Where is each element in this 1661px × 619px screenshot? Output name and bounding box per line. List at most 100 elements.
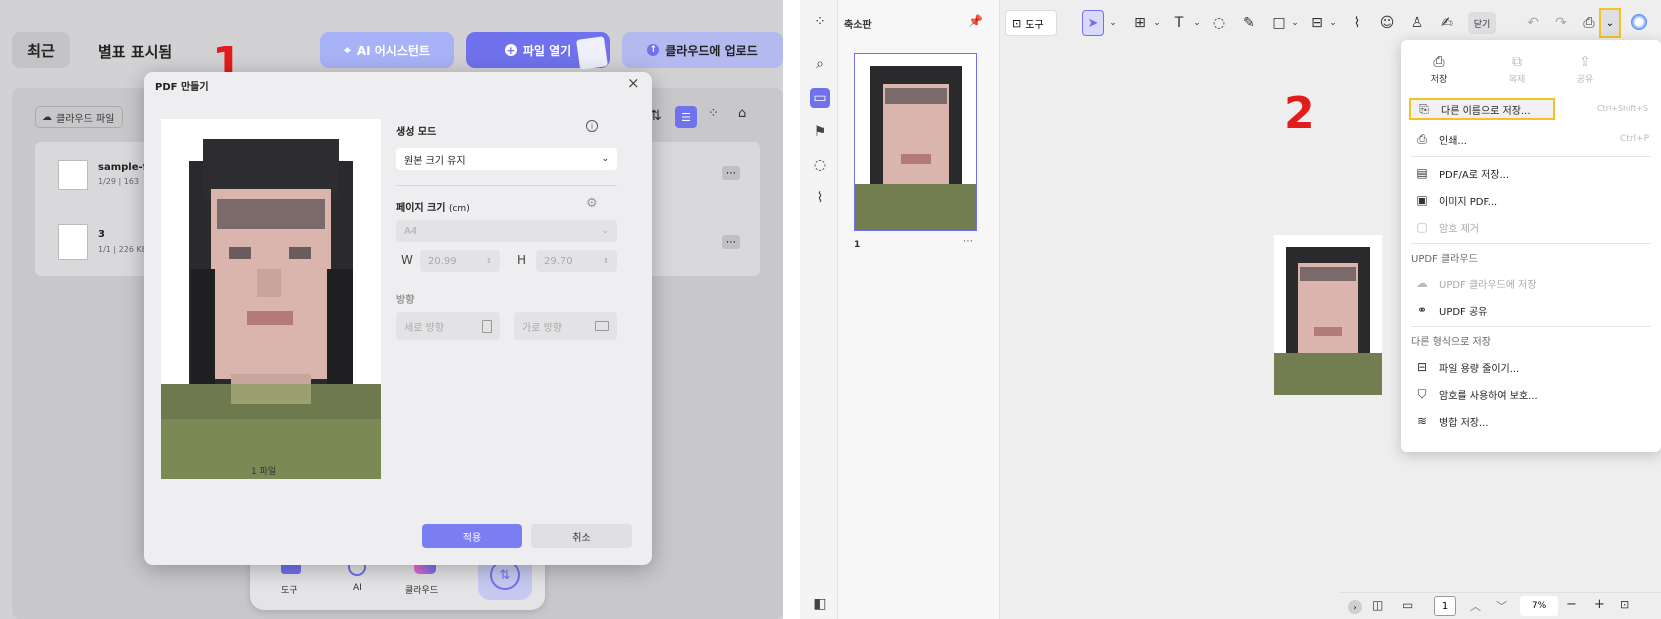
menu-save-as[interactable]: ⎘ 다른 이름으로 저장... [1409, 98, 1555, 120]
menu-divider [1411, 156, 1651, 157]
tool-button[interactable]: ⊡ 도구 [1005, 10, 1057, 36]
search-icon[interactable]: ⌕ [810, 54, 830, 74]
chevron-down-icon[interactable]: ⌄ [1286, 14, 1304, 32]
settings-icon[interactable]: ⚙ [586, 196, 598, 211]
page-thumbnail[interactable] [854, 53, 977, 231]
divider [396, 185, 617, 186]
stamp-icon[interactable]: ♙ [1408, 14, 1426, 32]
highlight-icon[interactable]: ✎ [1240, 14, 1258, 32]
file-row[interactable] [58, 160, 88, 190]
comment-tool-icon[interactable]: ◌ [1210, 14, 1228, 32]
cloud-icon: ☁ [42, 111, 52, 123]
thumbnail-page-number: 1 [854, 240, 861, 250]
thumbnail-more-icon[interactable]: ⋯ [963, 236, 973, 247]
landscape-icon [595, 321, 609, 331]
portrait-option[interactable]: 세로 방향 [396, 312, 500, 340]
sticker-icon[interactable]: ☺ [1378, 14, 1396, 32]
collapse-icon[interactable]: › [1348, 600, 1362, 614]
plus-icon: + [504, 43, 517, 57]
pdfa-icon: ▤ [1416, 166, 1428, 180]
mode-select[interactable]: 원본 크기 유지 ⌄ [396, 148, 617, 170]
save-dropdown-menu: ⎙ 저장 ⧉ 복제 ⇪ 공유 ⎘ 다른 이름으로 저장... Ctrl+Shif… [1401, 40, 1661, 452]
ai-assistant-icon[interactable] [1631, 14, 1647, 30]
textbox-icon[interactable]: ⊞ [1131, 14, 1149, 32]
menu-reduce-size[interactable]: ⊟ 파일 용량 줄이기... [1409, 356, 1653, 378]
width-input[interactable]: 20.99 ⇕ [420, 250, 500, 272]
file-row[interactable] [58, 224, 88, 260]
menu-share-link[interactable]: ⚭ UPDF 공유 [1409, 299, 1653, 321]
chevron-down-icon[interactable]: ⌄ [1188, 14, 1206, 32]
menu-flatten-save[interactable]: ≋ 병합 저장... [1409, 410, 1653, 432]
apply-button[interactable]: 적용 [422, 524, 522, 548]
cancel-button[interactable]: 취소 [531, 524, 632, 548]
select-tool-button[interactable]: ➤ [1082, 10, 1104, 36]
chevron-down-icon[interactable]: ⌄ [1324, 14, 1342, 32]
fit-page-icon[interactable]: ⊡ [1620, 598, 1629, 611]
pin-icon[interactable]: 📌 [968, 14, 983, 28]
thumbnail-title: 축소판 [844, 20, 872, 31]
file-name: 3 [98, 229, 105, 240]
tool-icon: ⊡ [1012, 16, 1022, 30]
zoom-in-icon[interactable]: + [1594, 597, 1605, 612]
save-menu-dropdown-button[interactable]: ⌄ [1599, 8, 1621, 38]
presentation-icon[interactable]: ▭ [1402, 598, 1413, 612]
more-options-icon[interactable]: ⋯ [722, 235, 740, 249]
upload-cloud-button[interactable]: ↑ 클라우드에 업로드 [622, 32, 783, 68]
ai-assistant-button[interactable]: ⌖ AI 어시스턴트 [320, 32, 454, 68]
cloud-upload-icon: ☁ [1416, 276, 1428, 290]
menu-print[interactable]: ⎙ 인쇄... Ctrl+P [1409, 128, 1653, 150]
list-view-icon[interactable]: ☰ [675, 106, 697, 128]
apps-icon[interactable]: ⁘ [810, 12, 830, 32]
menu-divider [1411, 326, 1651, 327]
tab-recent[interactable]: 최근 [12, 32, 70, 68]
menu-duplicate-item[interactable]: ⧉ 복제 [1497, 54, 1537, 85]
paper-size-select[interactable]: A4 ⌄ [396, 220, 617, 242]
prev-page-icon[interactable]: ︿ [1470, 598, 1481, 614]
menu-save-item[interactable]: ⎙ 저장 [1419, 54, 1459, 85]
grid-view-icon[interactable]: ⁘ [708, 106, 719, 121]
tab-starred[interactable]: 별표 표시됨 [98, 41, 172, 62]
basket-icon[interactable]: ⌂ [738, 106, 746, 121]
attachment-icon[interactable]: ⌇ [810, 188, 830, 208]
menu-protect-password[interactable]: ⛉ 암호를 사용하여 보호... [1409, 383, 1653, 405]
link-icon: ⚭ [1416, 303, 1428, 317]
shield-icon: ⛉ [1417, 386, 1427, 401]
menu-image-pdf[interactable]: ▣ 이미지 PDF... [1409, 189, 1653, 211]
preview-area [161, 119, 381, 479]
page-photo [1274, 247, 1382, 395]
info-icon[interactable]: i [586, 120, 598, 132]
files-illustration-icon [576, 36, 608, 70]
zoom-input[interactable]: 7% [1520, 596, 1558, 616]
reading-mode-icon[interactable]: ◫ [1372, 598, 1383, 612]
next-page-icon[interactable]: ﹀ [1496, 598, 1507, 614]
thumbnails-icon[interactable]: ▭ [810, 88, 830, 108]
cloud-section-header: UPDF 클라우드 [1411, 254, 1478, 265]
menu-share-item[interactable]: ⇪ 공유 [1565, 54, 1605, 85]
bookmark-icon[interactable]: ⚑ [810, 122, 830, 142]
chevron-down-icon[interactable]: ⌄ [1148, 14, 1166, 32]
attach-icon[interactable]: ⌇ [1348, 14, 1366, 32]
signature-icon[interactable]: ✍ [1438, 14, 1456, 32]
mode-label: 생성 모드 [396, 127, 437, 138]
more-options-icon[interactable]: ⋯ [722, 166, 740, 180]
landscape-option[interactable]: 가로 방향 [514, 312, 617, 340]
file-count: 1 파일 [251, 467, 277, 477]
other-format-header: 다른 형식으로 저장 [1411, 337, 1491, 348]
open-file-button[interactable]: + 파일 열기 [466, 32, 610, 70]
menu-remove-password[interactable]: ▢ 암호 제거 [1409, 216, 1653, 238]
save-menu-icon[interactable]: ⎙ [1580, 14, 1598, 32]
redo-icon[interactable]: ↷ [1552, 14, 1570, 32]
layers-icon[interactable]: ◧ [810, 594, 830, 614]
menu-save-cloud[interactable]: ☁ UPDF 클라우드에 저장 [1409, 272, 1653, 294]
zoom-out-icon[interactable]: − [1566, 597, 1577, 612]
menu-save-pdfa[interactable]: ▤ PDF/A로 저장... [1409, 162, 1653, 184]
close-tool-button[interactable]: 닫기 [1468, 12, 1496, 34]
chevron-down-icon[interactable]: ⌄ [1104, 14, 1122, 32]
page-number-input[interactable]: 1 [1434, 596, 1456, 616]
close-icon[interactable]: × [627, 74, 640, 92]
cloud-files-button[interactable]: ☁ 클라우드 파일 [35, 106, 123, 128]
undo-icon[interactable]: ↶ [1524, 14, 1542, 32]
height-input[interactable]: 29.70 ⇕ [536, 250, 617, 272]
text-icon[interactable]: T [1170, 14, 1188, 32]
comment-icon[interactable]: ◌ [810, 155, 830, 175]
